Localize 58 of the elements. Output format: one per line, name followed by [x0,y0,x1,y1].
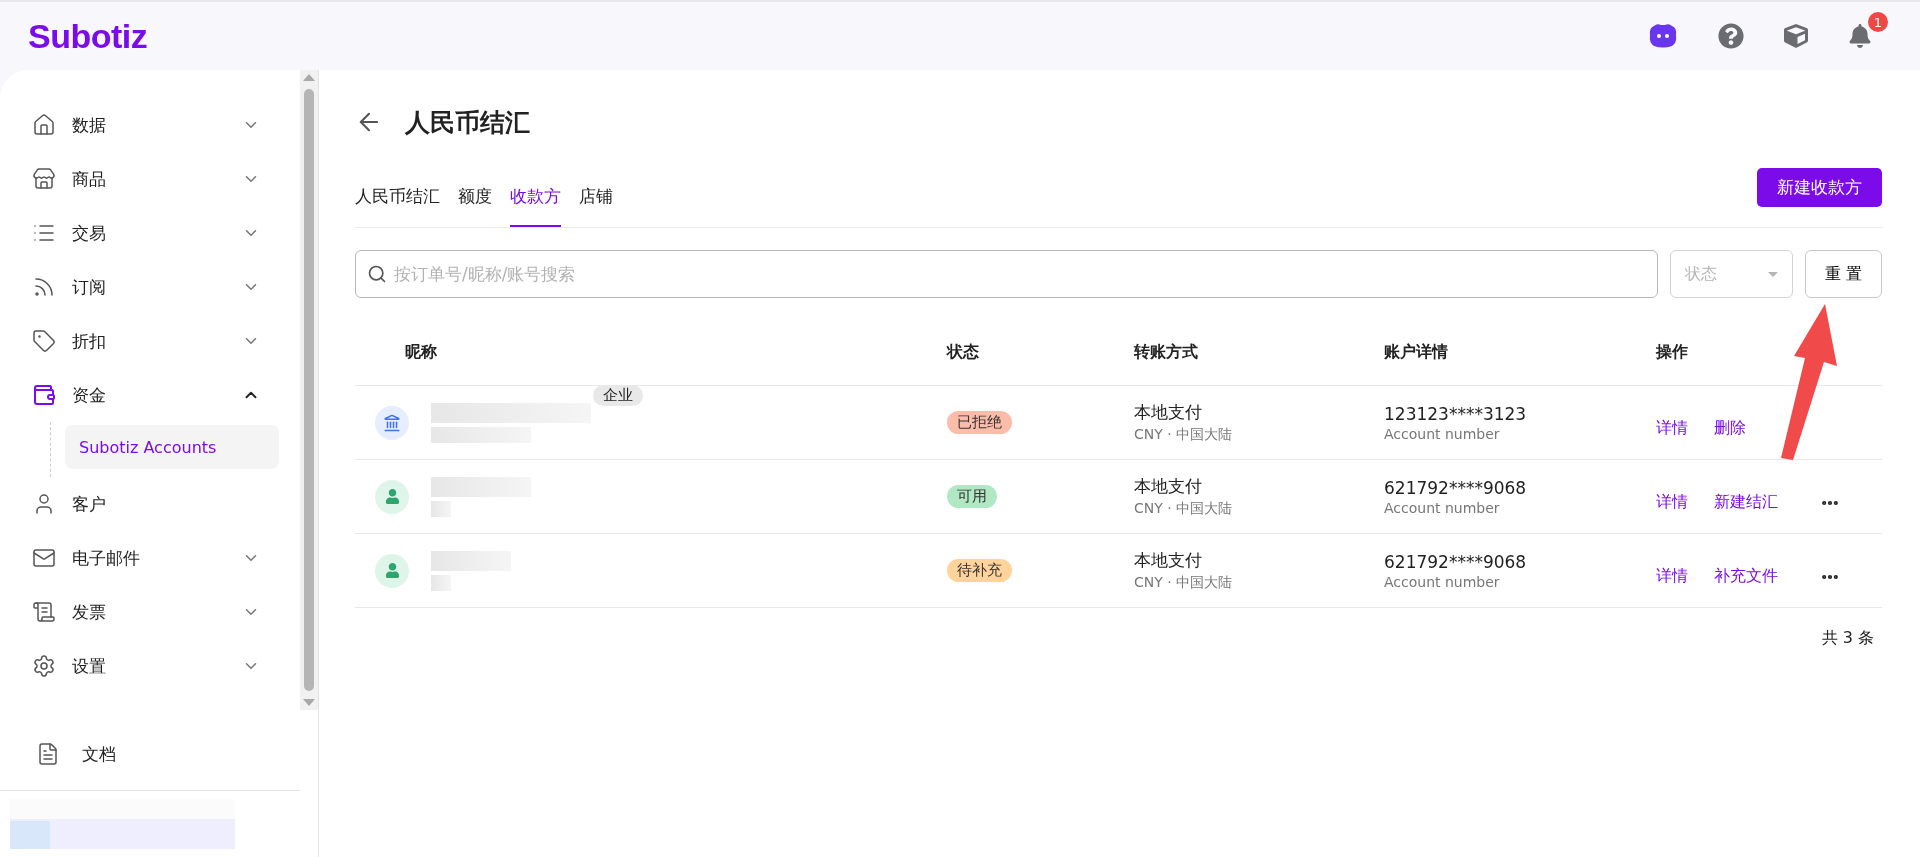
transfer-method: 本地支付 [1134,475,1203,498]
sidebar-item[interactable]: 商品 [32,152,300,206]
sidebar-item[interactable]: 折扣 [32,314,300,368]
sidebar-subitem[interactable]: Subotiz Accounts [65,425,279,469]
account-number: 621792****9068 [1384,551,1528,572]
caret-icon [1768,271,1778,277]
robot-icon[interactable] [1648,23,1678,49]
action-link[interactable]: 新建结汇 [1714,492,1778,513]
sidebar-item[interactable]: 设置 [32,639,300,693]
action-link[interactable]: 删除 [1714,418,1746,439]
status-tag: 待补充 [947,559,1012,582]
currency-region: CNY · 中国大陆 [1134,426,1234,444]
currency-region: CNY · 中国大陆 [1134,574,1234,592]
sidebar-item[interactable]: 数据 [32,98,300,152]
account-label: Account number [1384,425,1501,442]
tab[interactable]: 店铺 [579,168,613,227]
total-count: 共 3 条 [1820,628,1875,649]
action-link[interactable]: 详情 [1656,492,1688,513]
sidebar-item[interactable]: 文档 [0,696,300,790]
account-label: Account number [1384,499,1501,516]
sidebar-item[interactable]: 资金 [32,368,300,422]
column-header: 昵称 [404,342,438,363]
document-icon [36,742,60,767]
column-header: 账户详情 [1384,342,1449,363]
sidebar-item[interactable]: 订阅 [32,260,300,314]
company-tag: 企业 [593,384,643,406]
account-label: Account number [1384,573,1501,590]
sidebar-item[interactable]: 发票 [32,585,300,639]
tab[interactable]: 额度 [458,168,492,227]
search-field[interactable]: 按订单号/昵称/账号搜索 [355,250,1658,298]
account-number: 621792****9068 [1384,477,1528,498]
transfer-method: 本地支付 [1134,401,1203,424]
action-link[interactable]: 详情 [1656,418,1688,439]
new-payee-button[interactable]: 新建收款方 [1757,168,1882,207]
column-header: 操作 [1656,342,1689,363]
search-icon [367,264,387,284]
sidebar-item[interactable]: 客户 [32,477,300,531]
page-title: 人民币结汇 [405,106,530,139]
action-link[interactable]: 详情 [1656,566,1688,587]
account-number: 123123****3123 [1384,403,1528,424]
notification-badge: 1 [1868,12,1888,32]
sidebar-item[interactable]: 电子邮件 [32,531,300,585]
sidebar-item[interactable]: 交易 [32,206,300,260]
tab[interactable]: 人民币结汇 [355,168,440,227]
status-tag: 可用 [947,485,997,508]
scrollbar[interactable] [300,70,318,710]
reset-button[interactable]: 重 置 [1805,250,1882,298]
action-link[interactable]: 补充文件 [1714,566,1778,587]
brand-logo[interactable]: Subotiz [28,16,148,56]
transfer-method: 本地支付 [1134,549,1203,572]
column-header: 转账方式 [1134,342,1199,363]
help-icon[interactable] [1718,23,1744,49]
bell-icon[interactable] [1848,24,1872,48]
cube-icon[interactable] [1784,24,1808,48]
currency-region: CNY · 中国大陆 [1134,500,1234,518]
status-tag: 已拒绝 [947,411,1012,434]
column-header: 状态 [947,342,980,363]
tab[interactable]: 收款方 [510,168,561,227]
